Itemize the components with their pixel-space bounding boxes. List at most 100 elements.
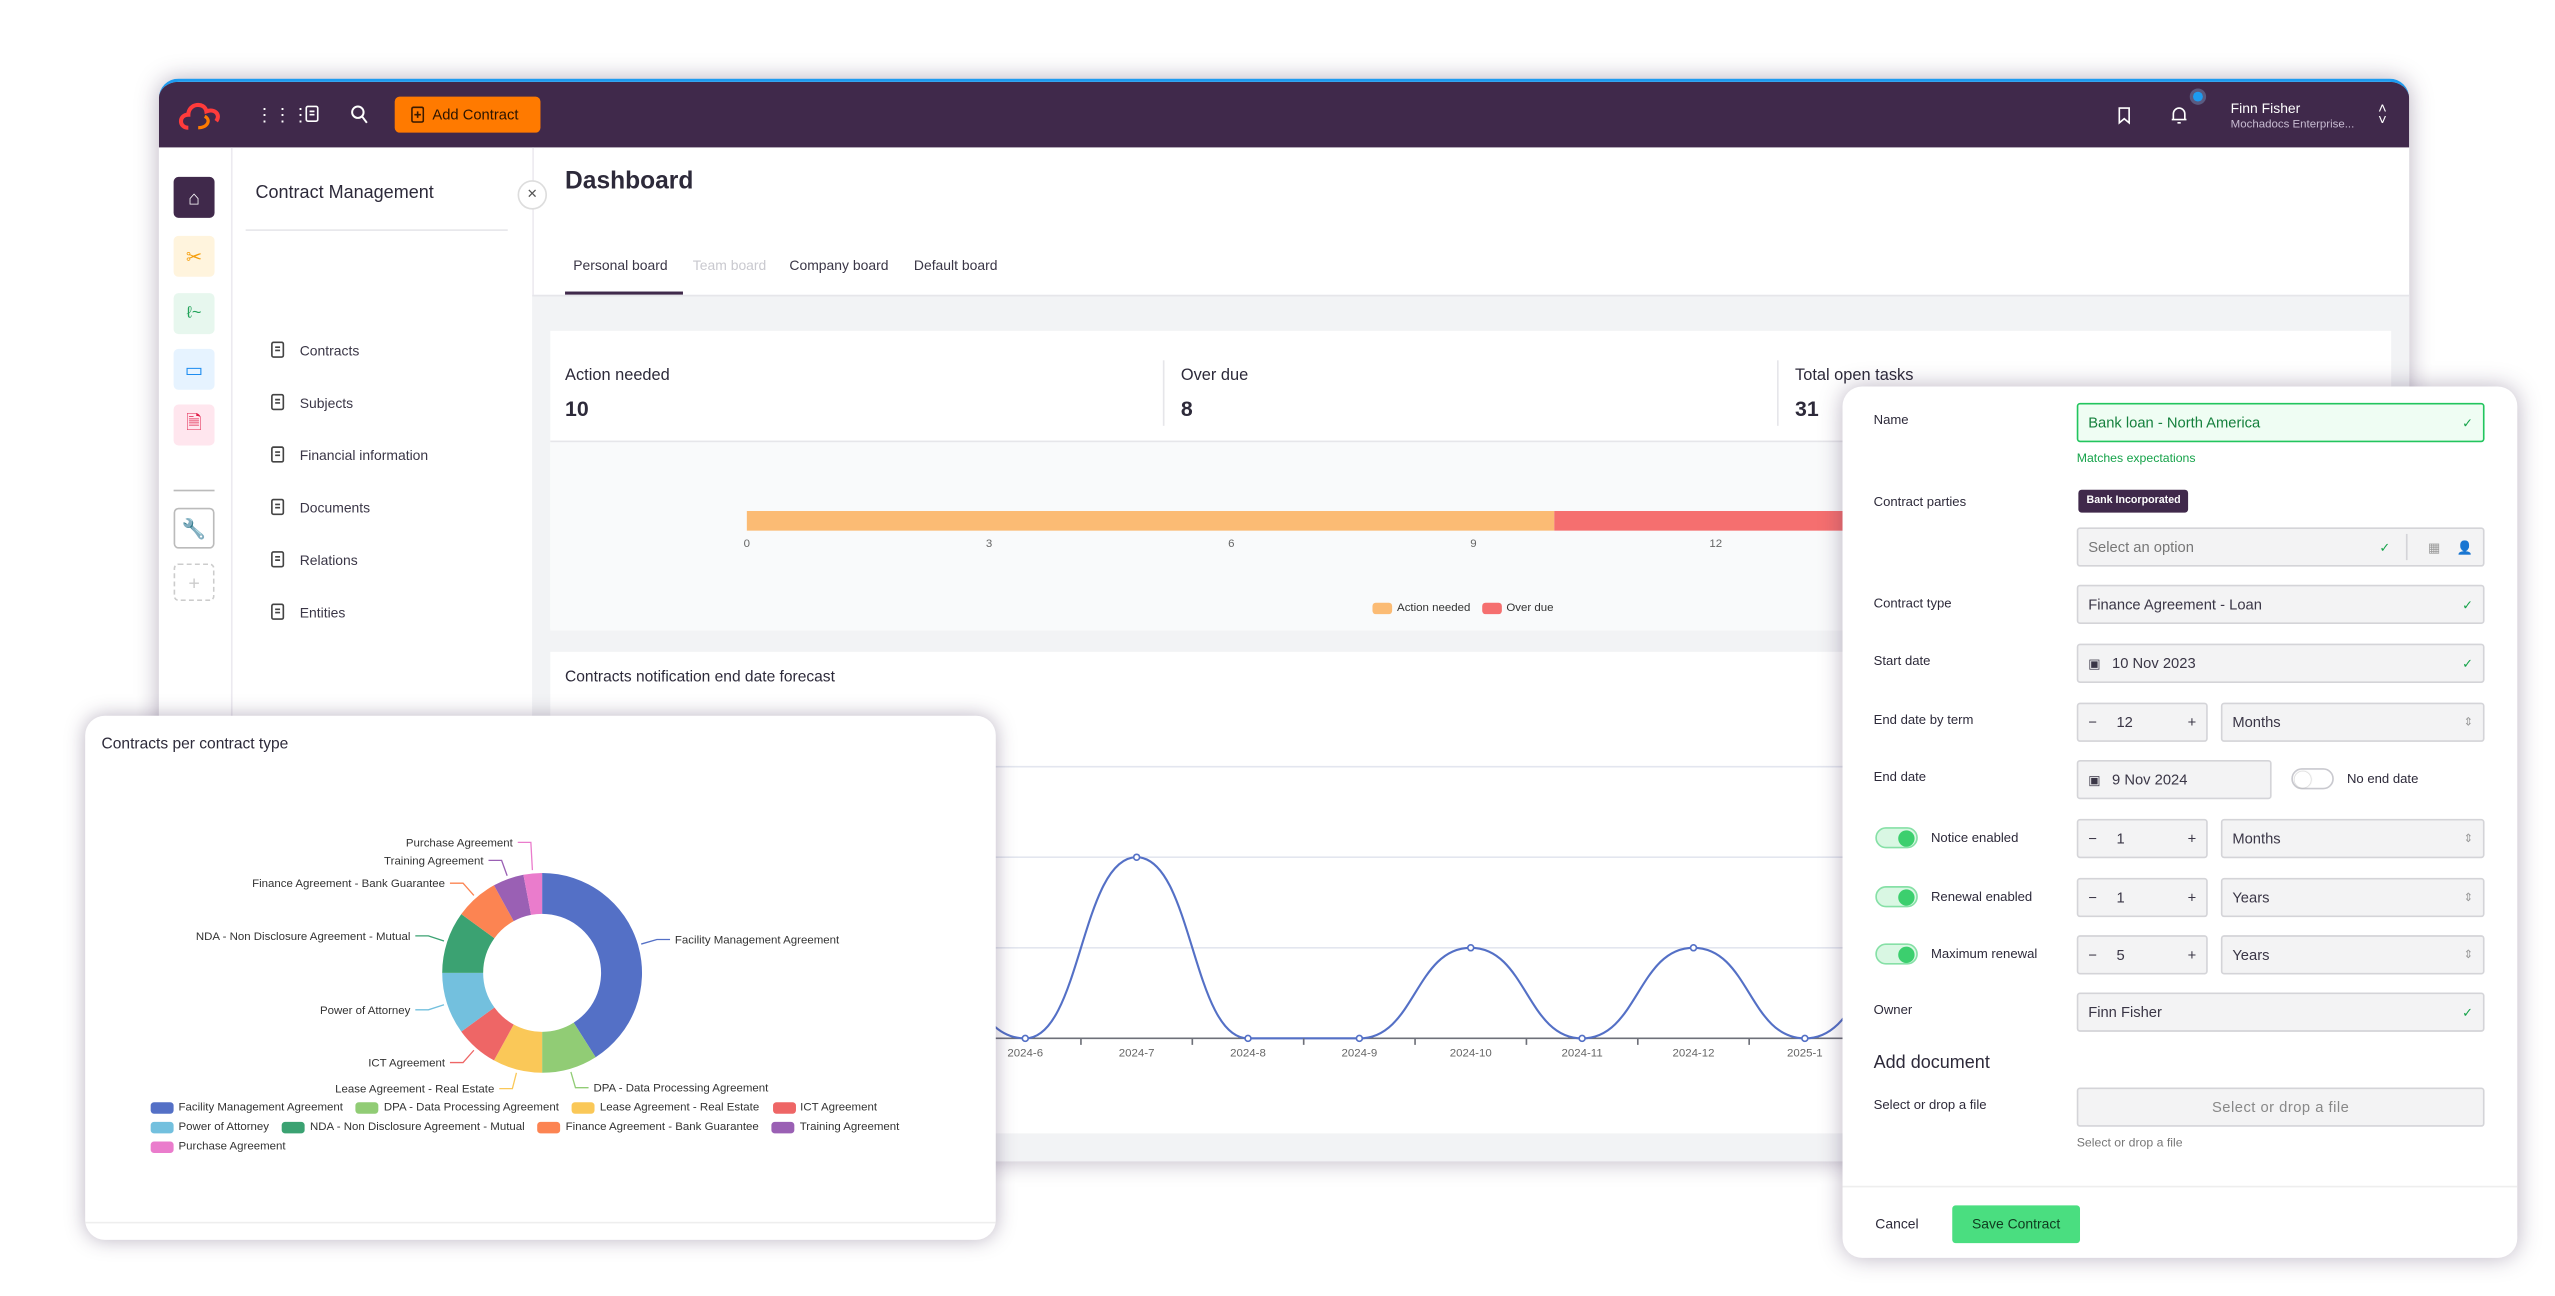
sidebar-item-documents[interactable]: Documents [270, 498, 370, 516]
legend-item[interactable]: Training Agreement [771, 1121, 899, 1134]
plus-icon[interactable]: + [173, 563, 215, 602]
kpi-label: Action needed [565, 366, 670, 385]
contract-type-select[interactable]: Finance Agreement - Loan ✓ [2076, 584, 2485, 625]
user-name[interactable]: Finn Fisher [2231, 100, 2301, 116]
party-chip[interactable]: Bank Incorporated [2078, 489, 2189, 513]
start-label: Start date [1873, 653, 1931, 669]
legend-label: Action needed [1397, 602, 1471, 615]
increment-button[interactable]: + [2188, 889, 2197, 905]
term-stepper[interactable]: − 12 + [2076, 702, 2208, 742]
start-date-input[interactable]: ▣ 10 Nov 2023 ✓ [2076, 643, 2485, 683]
increment-button[interactable]: + [2188, 947, 2197, 963]
add-person-icon[interactable]: 👤 [2457, 540, 2473, 555]
data-point[interactable] [1689, 944, 1698, 952]
term-label: End date by term [1873, 712, 1974, 728]
legend-item[interactable]: Power of Attorney [150, 1121, 269, 1134]
file-drop-zone[interactable]: Select or drop a file [2076, 1087, 2485, 1127]
legend-swatch [771, 1121, 795, 1134]
label-leader-line [641, 938, 671, 945]
slice-label: Training Agreement [384, 855, 484, 867]
bell-icon[interactable] [2170, 105, 2188, 125]
renewal-value: 1 [2116, 889, 2125, 906]
logo-cloud-icon[interactable] [175, 95, 231, 134]
user-organization[interactable]: Mochadocs Enterprise... [2231, 120, 2355, 131]
notice-toggle[interactable] [1875, 827, 1918, 849]
cancel-button[interactable]: Cancel [1875, 1215, 1918, 1231]
building-icon [271, 603, 285, 620]
legend-item[interactable]: ICT Agreement [772, 1102, 877, 1114]
legend-item[interactable]: Finance Agreement - Bank Guarantee [537, 1121, 759, 1134]
tools-icon[interactable]: ✂ [173, 235, 215, 277]
notice-unit-select[interactable]: Months ⇕ [2220, 818, 2485, 859]
apps-grid-icon[interactable]: ⋮⋮⋮ [255, 105, 309, 128]
select-separator [2406, 533, 2409, 561]
bar-action-needed[interactable] [746, 510, 1555, 531]
home-icon[interactable]: ⌂ [173, 176, 215, 218]
data-point[interactable] [1466, 944, 1475, 952]
legend-label: NDA - Non Disclosure Agreement - Mutual [309, 1121, 525, 1134]
data-point[interactable] [1244, 1034, 1252, 1043]
sidebar-item-label: Contracts [299, 341, 360, 358]
name-input[interactable]: Bank loan - North America ✓ [2076, 402, 2485, 443]
legend-item[interactable]: DPA - Data Processing Agreement [356, 1102, 559, 1114]
notice-label: Notice enabled [1930, 830, 2019, 846]
tab-default-board[interactable]: Default board [914, 257, 998, 273]
tab-personal-board[interactable]: Personal board [573, 257, 667, 273]
x-tick-label: 2024-9 [1342, 1047, 1378, 1059]
no-end-date-toggle[interactable] [2291, 768, 2334, 790]
building-icon[interactable]: ▦ [2428, 540, 2440, 555]
legend-item[interactable]: Lease Agreement - Real Estate [572, 1102, 759, 1114]
data-point[interactable] [1801, 1034, 1809, 1043]
sidebar-item-entities[interactable]: Entities [270, 603, 345, 621]
add-contract-button[interactable]: Add Contract [394, 96, 541, 133]
data-point[interactable] [1021, 1034, 1030, 1043]
tab-company-board[interactable]: Company board [789, 257, 888, 273]
max-renewal-toggle[interactable] [1875, 943, 1918, 965]
max-renewal-stepper[interactable]: − 5 + [2076, 935, 2208, 975]
bookmark-icon[interactable] [2118, 106, 2131, 125]
sidebar-item-relations[interactable]: Relations [270, 550, 358, 568]
legend-item[interactable]: Over due [1481, 602, 1554, 615]
folder-icon[interactable]: ▭ [173, 348, 215, 390]
increment-button[interactable]: + [2188, 714, 2197, 730]
save-contract-button[interactable]: Save Contract [1952, 1205, 2081, 1244]
label-leader-line [449, 1049, 475, 1064]
sidebar-item-contracts[interactable]: Contracts [270, 341, 359, 359]
sidebar-item-subjects[interactable]: Subjects [270, 393, 353, 411]
signature-icon[interactable]: ℓ~ [173, 293, 215, 335]
sidebar-item-label: Documents [299, 498, 371, 516]
renewal-stepper[interactable]: − 1 + [2076, 877, 2208, 918]
notice-stepper[interactable]: − 1 + [2076, 818, 2208, 859]
renewal-unit-select[interactable]: Years ⇕ [2220, 877, 2485, 918]
chevron-updown-icon[interactable]: ˄ ˅ [2378, 101, 2387, 127]
wrench-icon[interactable]: 🔧 [173, 507, 215, 549]
renewal-toggle[interactable] [1875, 886, 1918, 908]
decrement-button[interactable]: − [2088, 830, 2097, 846]
tab-team-board[interactable]: Team board [693, 257, 767, 273]
legend-item[interactable]: NDA - Non Disclosure Agreement - Mutual [282, 1121, 525, 1134]
legend-item[interactable]: Purchase Agreement [150, 1141, 286, 1154]
legend-item[interactable]: Action needed [1372, 602, 1471, 615]
notice-unit-value: Months [2232, 830, 2281, 847]
increment-button[interactable]: + [2188, 830, 2197, 846]
decrement-button[interactable]: − [2088, 947, 2097, 963]
legend-item[interactable]: Facility Management Agreement [150, 1102, 343, 1114]
search-icon[interactable] [350, 105, 368, 125]
decrement-button[interactable]: − [2088, 889, 2097, 905]
x-tick-label: 6 [1228, 538, 1235, 551]
end-date-input[interactable]: ▣ 9 Nov 2024 [2076, 759, 2272, 800]
decrement-button[interactable]: − [2088, 714, 2097, 730]
donut-slice[interactable] [542, 872, 643, 1058]
data-point[interactable] [1132, 853, 1141, 861]
owner-select[interactable]: Finn Fisher ✓ [2076, 992, 2485, 1032]
parties-select[interactable]: Select an option ✓ ▦ 👤 [2076, 527, 2485, 567]
clipboard-icon[interactable] [305, 105, 320, 125]
x-tick-label: 2025-1 [1787, 1047, 1823, 1059]
sidebar-item-financial-information[interactable]: Financial information [270, 445, 428, 463]
data-point[interactable] [1578, 1034, 1586, 1043]
data-point[interactable] [1355, 1034, 1364, 1043]
sidebar-item-label: Subjects [299, 393, 354, 411]
max-renewal-unit-select[interactable]: Years ⇕ [2220, 935, 2485, 975]
term-unit-select[interactable]: Months ⇕ [2220, 702, 2485, 742]
document-clock-icon[interactable]: 🗎 [173, 404, 215, 446]
